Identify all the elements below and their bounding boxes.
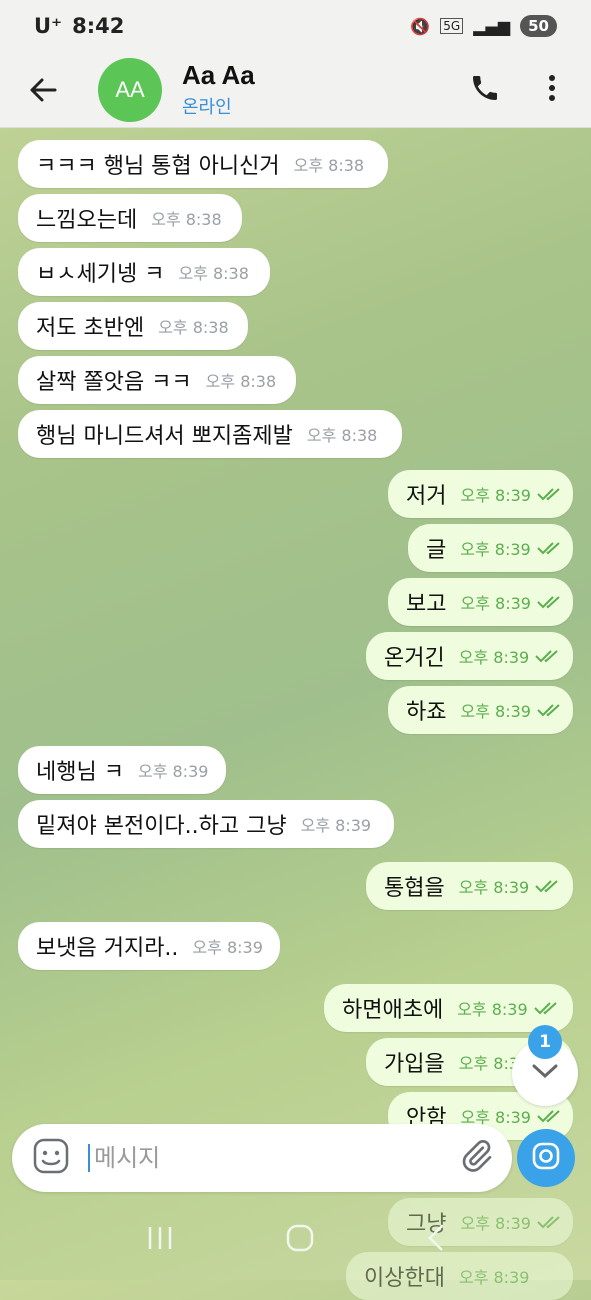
more-vert-icon[interactable] — [547, 72, 557, 108]
message-time: 오후 8:39 — [460, 486, 531, 505]
message-text: 살짝 쫄앗음 ㅋㅋ — [36, 370, 192, 395]
read-check-icon — [535, 874, 561, 899]
chevron-down-icon — [532, 1063, 558, 1083]
message-text: 네행님 ㅋ — [36, 760, 124, 785]
message-bubble-incoming[interactable]: 보냇음 거지라.. 오후 8:39 — [18, 922, 280, 970]
message-bubble-incoming[interactable]: ㅋㅋㅋ 행님 통협 아니신거 오후 8:38 — [18, 140, 388, 188]
mute-icon: 🔇 — [410, 16, 431, 36]
message-text: 밑져야 본전이다..하고 그냥 — [36, 814, 287, 839]
message-bubble-incoming[interactable]: ㅂㅅ세기넹 ㅋ 오후 8:38 — [18, 248, 270, 296]
message-time: 오후 8:38 — [306, 426, 378, 445]
read-check-icon — [533, 996, 560, 1021]
back-nav-icon[interactable] — [426, 1223, 446, 1257]
carrier-label: U⁺ — [34, 14, 63, 38]
message-time: 오후 8:39 — [300, 816, 372, 835]
message-text: 글 — [426, 538, 447, 563]
message-time: 오후 8:39 — [457, 1000, 528, 1019]
message-bubble-outgoing[interactable]: 하면애초에 오후 8:39 — [324, 984, 573, 1032]
sticker-icon[interactable] — [32, 1137, 70, 1179]
camera-button[interactable] — [517, 1129, 575, 1187]
phone-icon[interactable] — [469, 72, 501, 108]
message-text: 가입을 — [384, 1052, 445, 1077]
message-bubble-incoming[interactable]: 네행님 ㅋ 오후 8:39 — [18, 746, 226, 794]
message-time: 오후 8:38 — [158, 318, 229, 337]
message-bubble-incoming[interactable]: 행님 마니드셔서 뽀지좀제발 오후 8:38 — [18, 410, 402, 458]
message-text: 온거긴 — [384, 646, 445, 671]
recent-apps-icon[interactable] — [146, 1225, 174, 1255]
message-time: 오후 8:39 — [460, 594, 531, 613]
clock: 8:42 — [72, 14, 125, 38]
contact-name: Aa Aa — [182, 60, 255, 90]
message-text: 보고 — [406, 592, 447, 617]
message-text: ㅂㅅ세기넹 ㅋ — [36, 262, 165, 287]
back-arrow-icon[interactable] — [28, 75, 58, 105]
read-check-icon — [535, 644, 561, 669]
read-check-icon — [537, 590, 563, 615]
message-text: 행님 마니드셔서 뽀지좀제발 — [36, 424, 293, 449]
message-bubble-incoming[interactable]: 느낌오는데 오후 8:38 — [18, 194, 242, 242]
message-time: 오후 8:39 — [460, 540, 531, 559]
message-bubble-outgoing[interactable]: 통협을 오후 8:39 — [366, 862, 573, 910]
contact-status: 온라인 — [182, 97, 232, 118]
read-check-icon — [537, 1104, 563, 1129]
home-icon[interactable] — [285, 1223, 315, 1257]
message-bubble-incoming[interactable]: 저도 초반엔 오후 8:38 — [18, 302, 248, 350]
message-bubble-outgoing[interactable]: 저거 오후 8:39 — [388, 470, 573, 518]
message-time: 오후 8:38 — [151, 210, 222, 229]
signal-icon: ▂▄▆ — [473, 16, 511, 36]
avatar[interactable]: AA — [98, 57, 162, 122]
unread-badge: 1 — [528, 1025, 562, 1059]
network-label: 5G — [440, 18, 464, 34]
message-input[interactable] — [92, 1143, 426, 1173]
message-time: 오후 8:39 — [458, 648, 530, 667]
message-text: 하면애초에 — [342, 998, 444, 1023]
message-time: 오후 8:39 — [137, 762, 209, 781]
message-text: 통협을 — [384, 876, 445, 901]
message-time: 오후 8:39 — [458, 878, 530, 897]
text-caret — [88, 1144, 90, 1172]
message-text: 저거 — [406, 484, 447, 509]
message-text: 보냇음 거지라.. — [36, 936, 179, 961]
message-bubble-incoming[interactable]: 살짝 쫄앗음 ㅋㅋ 오후 8:38 — [18, 356, 296, 404]
battery-level: 50 — [520, 15, 557, 37]
message-text: 저도 초반엔 — [36, 316, 145, 341]
message-bubble-outgoing[interactable]: 온거긴 오후 8:39 — [366, 632, 573, 680]
message-text: ㅋㅋㅋ 행님 통협 아니신거 — [36, 154, 280, 179]
read-check-icon — [537, 536, 563, 561]
message-time: 오후 8:39 — [460, 702, 531, 721]
message-bubble-outgoing[interactable]: 하죠 오후 8:39 — [388, 686, 573, 734]
attach-icon[interactable] — [458, 1138, 494, 1178]
message-composer — [12, 1124, 512, 1192]
message-bubble-outgoing[interactable]: 글 오후 8:39 — [408, 524, 573, 572]
camera-icon — [531, 1141, 561, 1175]
read-check-icon — [537, 698, 563, 723]
message-text: 느낌오는데 — [36, 208, 138, 233]
message-time: 오후 8:38 — [178, 264, 249, 283]
chat-title[interactable]: Aa Aa 온라인 — [182, 60, 255, 119]
message-bubble-incoming[interactable]: 밑져야 본전이다..하고 그냥 오후 8:39 — [18, 800, 394, 848]
message-time: 오후 8:38 — [205, 372, 277, 391]
status-bar: U⁺ 8:42 🔇 5G ▂▄▆ 50 — [0, 0, 591, 52]
message-time: 오후 8:39 — [192, 938, 263, 957]
message-bubble-outgoing[interactable]: 보고 오후 8:39 — [388, 578, 573, 626]
read-check-icon — [537, 482, 563, 507]
chat-header: AA Aa Aa 온라인 — [0, 52, 591, 128]
system-nav-bar — [0, 1200, 591, 1280]
message-text: 하죠 — [406, 700, 447, 725]
message-time: 오후 8:38 — [293, 156, 365, 175]
